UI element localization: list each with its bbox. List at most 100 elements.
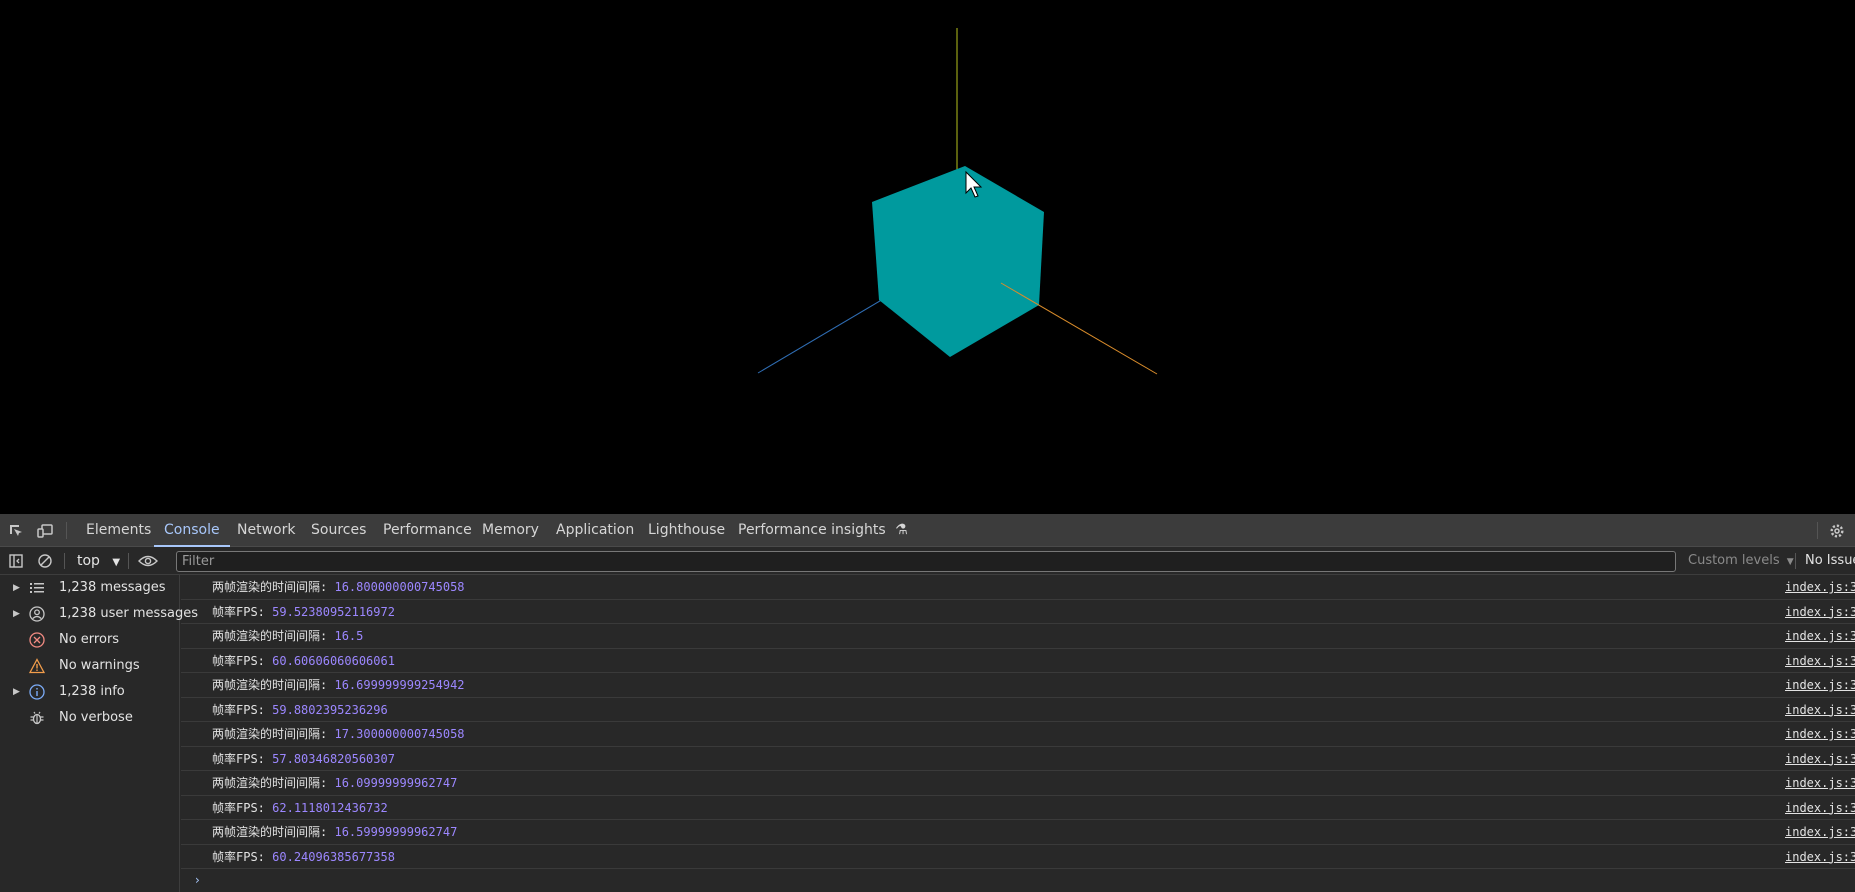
sidebar-item-messages[interactable]: ▶ 1,238 messages [0, 575, 180, 601]
expand-triangle-icon[interactable]: ▶ [13, 679, 20, 705]
log-source-link[interactable]: index.js:3 [1785, 845, 1855, 869]
sidebar-item-label: 1,238 user messages [59, 606, 199, 621]
sidebar-item-user-messages[interactable]: ▶ 1,238 user messages [0, 601, 198, 627]
log-source-link[interactable]: index.js:3 [1785, 771, 1855, 795]
toolbar-divider-3 [1795, 553, 1796, 569]
tab-lighthouse[interactable]: Lighthouse [648, 514, 725, 547]
log-row: 两帧渲染的时间间隔: 16.09999999962747 index.js:3 [181, 771, 1855, 796]
log-row: 帧率FPS: 57.80346820560307 index.js:3 [181, 747, 1855, 771]
log-message: 帧率FPS: 60.60606060606061 [212, 649, 395, 673]
sidebar-item-label: 1,238 messages [59, 580, 166, 595]
log-value: 59.52380952116972 [272, 604, 395, 619]
log-label: 帧率FPS: [212, 800, 265, 815]
tab-network[interactable]: Network [237, 514, 295, 547]
log-row: 两帧渲染的时间间隔: 16.59999999962747 index.js:3 [181, 820, 1855, 845]
log-label: 两帧渲染的时间间隔: [212, 580, 328, 594]
error-icon [29, 632, 45, 648]
tab-memory[interactable]: Memory [482, 514, 539, 547]
warning-icon [28, 658, 46, 674]
log-value: 16.699999999254942 [334, 678, 465, 692]
tab-elements[interactable]: Elements [86, 514, 151, 547]
list-icon [29, 580, 45, 596]
log-message: 两帧渲染的时间间隔: 16.5 [212, 624, 363, 648]
log-value: 16.800000000745058 [334, 580, 465, 594]
log-label: 两帧渲染的时间间隔: [212, 776, 328, 790]
log-value: 60.60606060606061 [272, 653, 395, 668]
log-source-link[interactable]: index.js:3 [1785, 820, 1855, 844]
context-selector-value: top [77, 553, 100, 569]
expand-triangle-icon[interactable]: ▶ [13, 575, 20, 601]
log-value: 57.80346820560307 [272, 751, 395, 766]
log-row: 帧率FPS: 60.24096385677358 index.js:3 [181, 845, 1855, 869]
sidebar-item-info[interactable]: ▶ 1,238 info [0, 679, 180, 705]
log-row: 帧率FPS: 60.60606060606061 index.js:3 [181, 649, 1855, 673]
log-message: 两帧渲染的时间间隔: 17.300000000745058 [212, 722, 465, 746]
log-source-link[interactable]: index.js:3 [1785, 575, 1855, 599]
dropdown-triangle-icon: ▼ [112, 557, 121, 568]
tab-sources[interactable]: Sources [311, 514, 366, 547]
log-value: 16.09999999962747 [334, 776, 458, 790]
log-source-link[interactable]: index.js:3 [1785, 698, 1855, 722]
toolbar-divider-2 [128, 553, 129, 569]
tab-console[interactable]: Console [154, 514, 230, 547]
tab-performance[interactable]: Performance [383, 514, 472, 547]
log-levels-label: Custom levels [1688, 553, 1780, 568]
x-axis-line [1000, 282, 1158, 375]
log-value: 17.300000000745058 [334, 727, 465, 741]
issues-counter[interactable]: No Issues [1805, 551, 1855, 571]
devtools-tabbar: Elements Console Network Sources Perform… [0, 514, 1855, 547]
log-row: 两帧渲染的时间间隔: 16.800000000745058 index.js:3 [181, 575, 1855, 600]
log-value: 16.59999999962747 [334, 825, 458, 839]
sidebar-item-warnings[interactable]: No warnings [0, 653, 180, 679]
webgl-canvas[interactable] [0, 0, 1855, 514]
tabbar-divider-right [1817, 522, 1818, 539]
sidebar-toggle-icon[interactable] [7, 552, 25, 570]
console-log-area[interactable]: 两帧渲染的时间间隔: 16.800000000745058 index.js:3… [181, 575, 1855, 892]
log-row: 帧率FPS: 62.1118012436732 index.js:3 [181, 796, 1855, 820]
log-levels-dropdown[interactable]: Custom levels ▼ [1688, 551, 1794, 572]
inspect-element-icon[interactable] [7, 522, 25, 540]
devtools-panel: Elements Console Network Sources Perform… [0, 514, 1855, 892]
log-label: 帧率FPS: [212, 653, 265, 668]
console-sidebar: ▶ 1,238 messages ▶ 1,238 user messages N… [0, 575, 198, 892]
log-label: 帧率FPS: [212, 604, 265, 619]
log-source-link[interactable]: index.js:3 [1785, 600, 1855, 624]
log-source-link[interactable]: index.js:3 [1785, 624, 1855, 648]
filter-input[interactable]: Filter [176, 551, 1676, 572]
log-source-link[interactable]: index.js:3 [1785, 649, 1855, 673]
log-source-link[interactable]: index.js:3 [1785, 673, 1855, 697]
live-expression-eye-icon[interactable] [137, 552, 159, 570]
tab-application[interactable]: Application [556, 514, 634, 547]
log-label: 两帧渲染的时间间隔: [212, 825, 328, 839]
log-label: 两帧渲染的时间间隔: [212, 727, 328, 741]
log-message: 两帧渲染的时间间隔: 16.59999999962747 [212, 820, 457, 844]
user-icon [29, 606, 45, 622]
console-prompt[interactable]: › [195, 873, 200, 887]
device-toolbar-icon[interactable] [36, 522, 54, 540]
toolbar-divider [64, 553, 65, 569]
sidebar-item-label: No verbose [59, 710, 133, 725]
log-value: 16.5 [334, 629, 364, 643]
log-message: 帧率FPS: 57.80346820560307 [212, 747, 395, 771]
scene-svg [757, 28, 1158, 375]
tabbar-divider [66, 522, 67, 539]
sidebar-item-label: No warnings [59, 658, 140, 673]
log-message: 两帧渲染的时间间隔: 16.800000000745058 [212, 575, 465, 599]
log-label: 帧率FPS: [212, 702, 265, 717]
log-source-link[interactable]: index.js:3 [1785, 796, 1855, 820]
settings-gear-icon[interactable] [1828, 522, 1846, 540]
log-row: 两帧渲染的时间间隔: 16.699999999254942 index.js:3 [181, 673, 1855, 698]
log-message: 帧率FPS: 62.1118012436732 [212, 796, 388, 820]
log-value: 62.1118012436732 [272, 800, 388, 815]
log-source-link[interactable]: index.js:3 [1785, 722, 1855, 746]
flask-icon: ⚗ [895, 522, 908, 538]
sidebar-item-verbose[interactable]: No verbose [0, 705, 180, 731]
context-selector[interactable]: top ▼ [77, 551, 120, 571]
sidebar-item-errors[interactable]: No errors [0, 627, 180, 653]
cube-face [872, 166, 1044, 357]
clear-console-icon[interactable] [36, 552, 54, 570]
log-row: 两帧渲染的时间间隔: 16.5 index.js:3 [181, 624, 1855, 649]
expand-triangle-icon[interactable]: ▶ [13, 601, 20, 627]
tab-performance-insights[interactable]: Performance insights ⚗ [738, 514, 908, 547]
log-source-link[interactable]: index.js:3 [1785, 747, 1855, 771]
